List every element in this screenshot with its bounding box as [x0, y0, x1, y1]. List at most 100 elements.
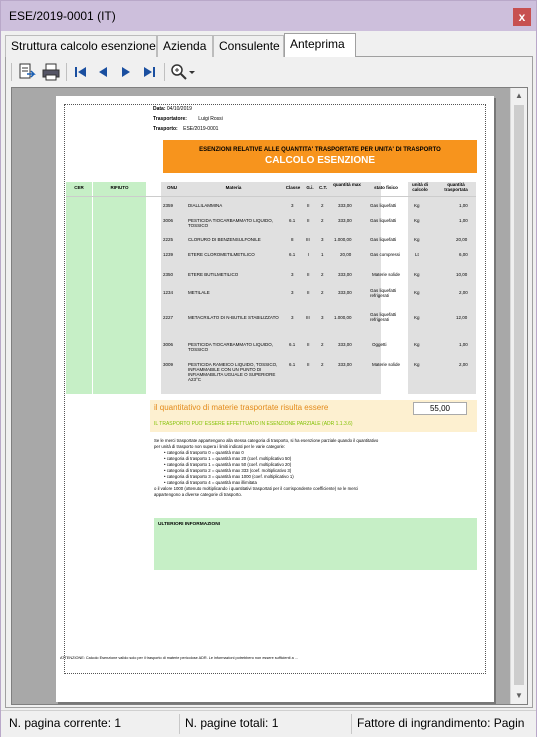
status-zoom: Fattore di ingrandimento: Pagin — [357, 716, 525, 730]
cell-q: 1,00 — [459, 218, 468, 223]
result-label: il quantitativo di materie trasportate r… — [154, 403, 329, 412]
cell-classe: 8 — [291, 237, 294, 242]
cell-gi: III — [306, 315, 310, 320]
last-page-icon[interactable] — [139, 62, 159, 82]
cell-stato: Gas liquefatti refrigerati — [370, 312, 397, 322]
cell-unita: Kg — [414, 203, 420, 208]
cell-q: 6,00 — [459, 252, 468, 257]
cell-classe: 6.1 — [289, 342, 296, 347]
scroll-thumb[interactable] — [514, 105, 524, 685]
carrier-value: Luigi Rossi — [198, 116, 223, 122]
cell-unita: Kg — [414, 272, 420, 277]
dropdown-arrow-icon[interactable] — [187, 62, 197, 82]
preview-toolbar — [11, 60, 521, 84]
cell-classe: 3 — [291, 203, 294, 208]
first-page-icon[interactable] — [71, 62, 91, 82]
info-title: ULTERIORI INFORMAZIONI — [158, 522, 220, 527]
cell-stato: Materie solide — [372, 272, 401, 277]
export-icon[interactable] — [17, 62, 37, 82]
tab-consulente[interactable]: Consulente — [213, 35, 284, 57]
cell-qmax: 333,00 — [338, 218, 352, 223]
toolbar-grip — [11, 63, 12, 81]
cell-stato: Gas liquefatti — [370, 203, 397, 208]
next-page-icon[interactable] — [116, 62, 136, 82]
tab-anteprima[interactable]: Anteprima — [284, 33, 356, 58]
scroll-down-icon[interactable]: ▼ — [511, 688, 527, 704]
cell-q: 10,00 — [456, 272, 468, 277]
cell-q: 2,00 — [459, 362, 468, 367]
report-header: ESENZIONI RELATIVE ALLE QUANTITA' TRASPO… — [163, 140, 477, 173]
vertical-scrollbar[interactable]: ▲ ▼ — [510, 88, 527, 704]
cell-materia: ETERE CLOROMETILMETILICO — [188, 252, 255, 257]
cell-materia: DIALLILAMMINA — [188, 203, 223, 208]
col-ct: C.T. — [318, 185, 327, 190]
report-page: Data: 04/10/2019 Trasportatore: Luigi Ro… — [56, 96, 494, 702]
cell-ct: 2 — [321, 342, 324, 347]
col-qtrasp: quantità trasportata — [444, 182, 468, 192]
cell-q: 1,00 — [459, 203, 468, 208]
cell-onu: 2225 — [163, 237, 174, 242]
cell-ct: 2 — [321, 362, 324, 367]
cell-onu: 2359 — [163, 203, 174, 208]
cell-onu: 1234 — [163, 290, 174, 295]
cell-unita: Kg — [414, 315, 420, 320]
cell-unita: Kg — [414, 290, 420, 295]
cell-classe: 3 — [291, 272, 294, 277]
cell-gi: II — [307, 203, 310, 208]
tab-struttura[interactable]: Struttura calcolo esenzione — [5, 35, 157, 57]
preview-viewer[interactable]: Data: 04/10/2019 Trasportatore: Luigi Ro… — [11, 87, 528, 705]
cell-materia: PESTICIDA TIOCARBAMMATO LIQUIDO, TOSSICO — [188, 342, 274, 352]
cell-qmax: 333,00 — [338, 272, 352, 277]
header-separator — [66, 196, 476, 197]
tab-bar: Struttura calcolo esenzione Azienda Cons… — [5, 33, 533, 58]
col-gi: G.i. — [306, 185, 314, 190]
description-line: appartengono a diverse categorie di tras… — [154, 492, 242, 497]
tab-azienda[interactable]: Azienda — [157, 35, 213, 57]
cell-qmax: 1.000,00 — [334, 315, 352, 320]
transport-value: ESE/2019-0001 — [183, 126, 219, 132]
cell-unita: Kg — [414, 218, 420, 223]
cell-ct: 2 — [321, 218, 324, 223]
title-bar[interactable]: ESE/2019-0001 (IT) x — [1, 1, 536, 31]
col-rifiuto: RIFIUTO — [110, 185, 129, 190]
cell-unita: Lt — [415, 252, 419, 257]
cell-qmax: 333,00 — [338, 290, 352, 295]
cell-materia: PESTICIDA RAMEICO LIQUIDO, TOSSICO, INFI… — [188, 362, 278, 382]
close-button[interactable]: x — [513, 8, 531, 26]
cell-stato: Gas compressi — [370, 252, 401, 257]
date-label: Data: — [153, 106, 166, 112]
rifiuto-column-bg — [93, 182, 146, 394]
print-icon[interactable] — [41, 62, 61, 82]
cell-q: 2,00 — [459, 290, 468, 295]
cell-ct: 2 — [321, 290, 324, 295]
scroll-up-icon[interactable]: ▲ — [511, 88, 527, 104]
cell-materia: PESTICIDA TIOCARBAMMATO LIQUIDO, TOSSICO — [188, 218, 274, 228]
cell-classe: 6.1 — [289, 252, 296, 257]
toolbar-separator — [164, 63, 165, 81]
status-bar: N. pagina corrente: 1 N. pagine totali: … — [1, 710, 536, 737]
header-title: CALCOLO ESENZIONE — [264, 155, 375, 166]
zoom-icon[interactable] — [169, 62, 189, 82]
result-note: IL TRASPORTO PUO' ESSERE EFFETTUATO IN E… — [154, 421, 353, 427]
info-box: ULTERIORI INFORMAZIONI — [154, 518, 477, 570]
cell-onu: 2227 — [163, 315, 174, 320]
cell-gi: III — [306, 237, 310, 242]
cell-stato: Gas liquefatti — [370, 218, 397, 223]
cell-gi: I — [308, 252, 310, 257]
cell-ct: 3 — [321, 315, 324, 320]
cell-stato: Materie solide — [372, 362, 401, 367]
cell-qmax: 1.000,00 — [334, 237, 352, 242]
cell-stato: Oggetti — [372, 342, 387, 347]
cell-unita: Kg — [414, 362, 420, 367]
cell-onu: 3006 — [163, 342, 174, 347]
prev-page-icon[interactable] — [93, 62, 113, 82]
carrier-label: Trasportatore: — [153, 116, 187, 122]
cell-classe: 3 — [291, 315, 294, 320]
status-current-page: N. pagina corrente: 1 — [9, 716, 122, 730]
col-onu: ONU — [167, 185, 177, 190]
cell-q: 20,00 — [456, 237, 468, 242]
transport-label: Trasporto: — [153, 126, 178, 132]
cell-unita: Kg — [414, 237, 420, 242]
cell-onu: 1239 — [163, 252, 174, 257]
cell-classe: 3 — [291, 290, 294, 295]
